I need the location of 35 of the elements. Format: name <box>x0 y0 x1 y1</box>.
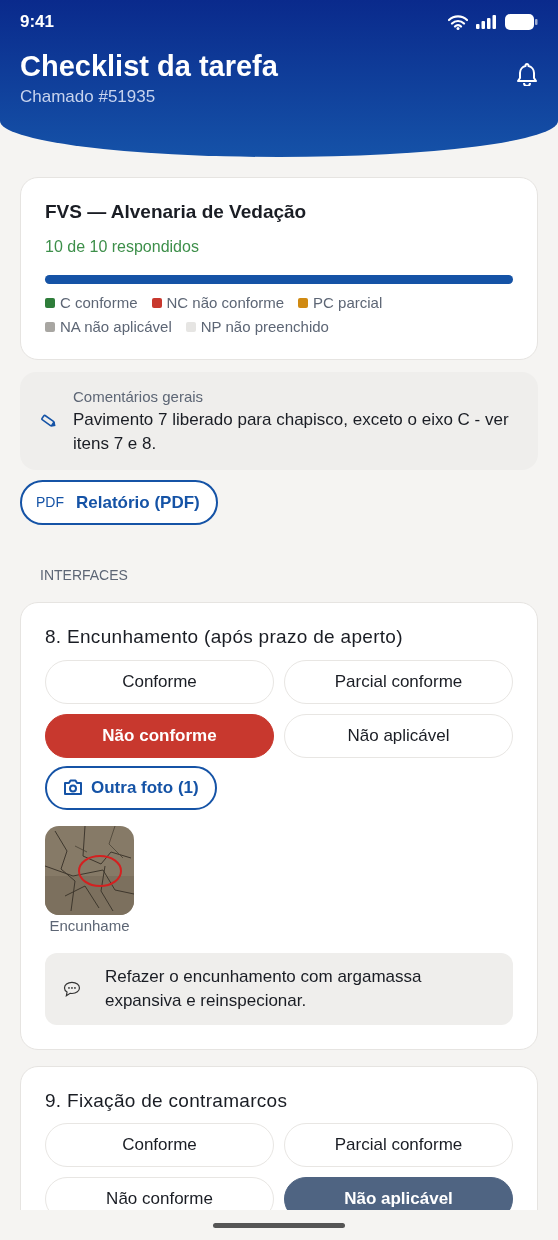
page-subtitle: Chamado #51935 <box>20 85 157 108</box>
photo-caption: Encunhame <box>49 915 130 936</box>
card-title: FVS — Alvenaria de Vedação <box>45 200 308 224</box>
item-title: 9. Fixação de contramarcos <box>45 1088 289 1113</box>
progress-text: 10 de 10 respondidos <box>45 236 200 257</box>
report-button[interactable]: PDF Relatório (PDF) <box>20 479 218 526</box>
pencil-icon <box>40 411 57 430</box>
note-text: Refazer o encunhamento com argamassa expansiva e reinspecionar. <box>104 966 423 1012</box>
page-title: Checklist da tarefa <box>20 49 278 84</box>
battery-icon <box>505 14 538 30</box>
clock: 9:41 <box>20 11 55 34</box>
legend-label: NC não conforme <box>166 292 285 313</box>
signal-icon <box>476 15 497 29</box>
home-indicator[interactable] <box>213 1222 345 1228</box>
pdf-icon: PDF <box>36 491 64 513</box>
answer-option[interactable]: Não conforme <box>45 713 274 758</box>
section-title: INTERFACES <box>40 566 129 586</box>
legend-label: C conforme <box>60 292 138 313</box>
camera-icon <box>63 779 83 797</box>
legend-label: PC parcial <box>313 292 383 313</box>
legend-label: NP não preenchido <box>200 317 329 337</box>
answer-option[interactable]: Parcial conforme <box>284 1123 513 1168</box>
notification-bell-icon[interactable] <box>516 62 538 87</box>
answer-option[interactable]: Não aplicável <box>284 1177 513 1210</box>
answer-option[interactable]: Conforme <box>45 659 274 704</box>
wifi-icon <box>448 14 468 30</box>
add-photo-button[interactable]: Outra foto (1) <box>45 765 217 810</box>
item-title: 8. Encunhamento (após prazo de aperto) <box>45 625 404 650</box>
legend-label: NA não aplicável <box>60 317 172 337</box>
answer-option[interactable]: Conforme <box>45 1123 274 1168</box>
answer-option[interactable]: Parcial conforme <box>284 659 513 704</box>
answer-option[interactable]: Não conforme <box>45 1177 274 1210</box>
comment-label: Comentários gerais <box>73 386 205 407</box>
answer-option[interactable]: Não aplicável <box>284 713 513 758</box>
comment-text: Pavimento 7 liberado para chapisco, exceto o eixo C - ver itens 7 e 8. <box>73 409 510 455</box>
